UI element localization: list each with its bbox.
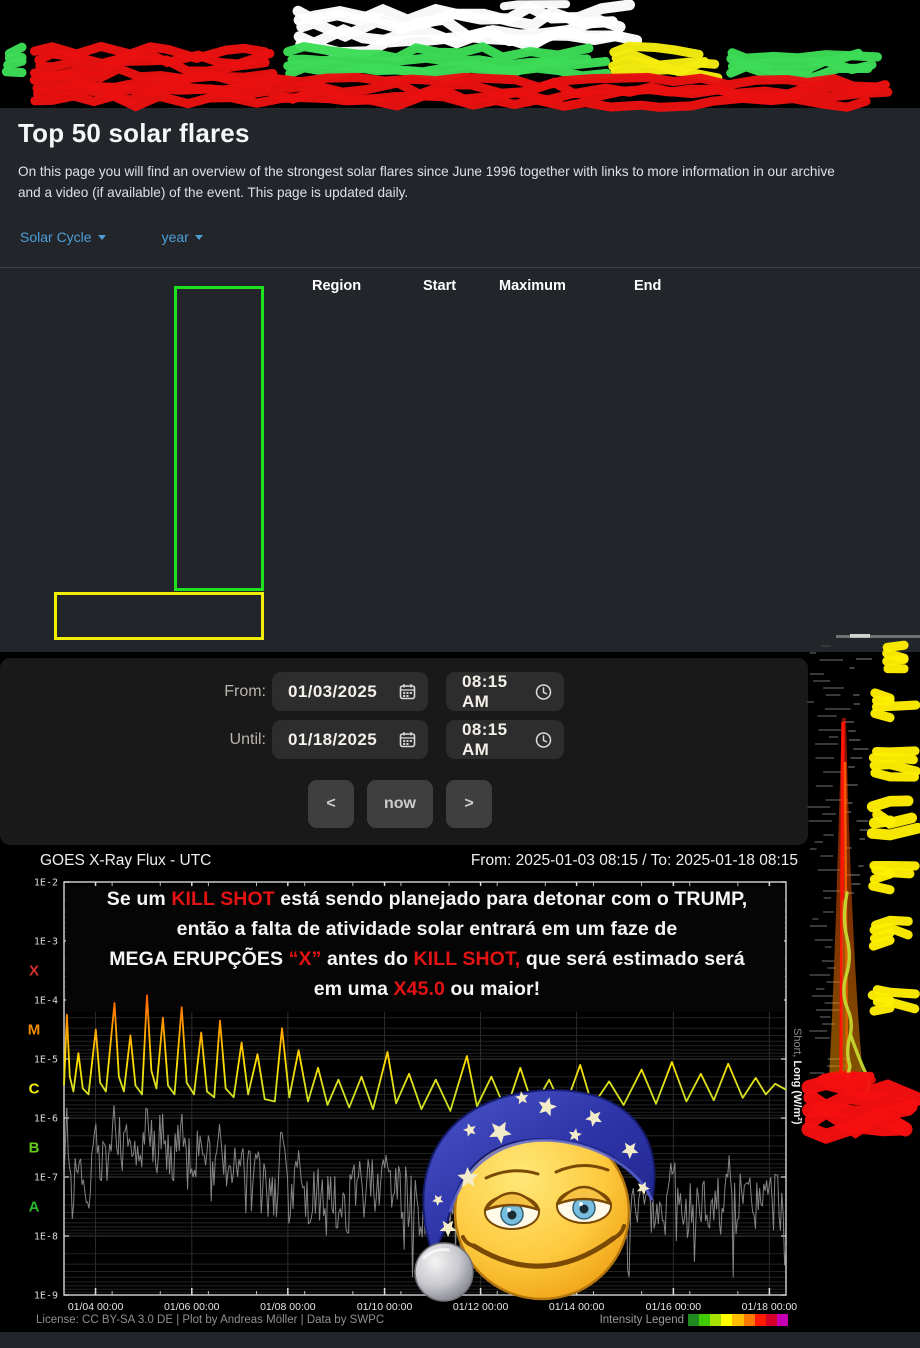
- until-row: Until: 01/18/2025 08:15 AM: [210, 720, 564, 759]
- intensity-legend-label: Intensity Legend: [600, 1314, 684, 1326]
- license-text: License: CC BY-SA 3.0 DE | Plot by Andre…: [36, 1314, 384, 1326]
- picker-nav-buttons: < now >: [308, 780, 492, 828]
- column-header-end: End: [611, 278, 706, 294]
- solar-cycle-dropdown-label: Solar Cycle: [20, 229, 92, 245]
- flare-table-header: Region Start Maximum End: [0, 268, 920, 304]
- page-root: Top 50 solar flares On this page you wil…: [0, 0, 920, 1348]
- from-date-input[interactable]: 01/03/2025: [272, 672, 428, 711]
- until-time-input[interactable]: 08:15 AM: [446, 720, 564, 759]
- description-line-2: and a video (if available) of the event.…: [0, 182, 920, 203]
- annotation-overlay-text: Se um KILL SHOT está sendo planejado par…: [66, 884, 788, 1004]
- solar-cycle-dropdown[interactable]: Solar Cycle: [20, 229, 106, 245]
- green-annotation-box: [174, 286, 264, 591]
- chart-title: GOES X-Ray Flux - UTC: [40, 852, 211, 870]
- from-time-value: 08:15 AM: [462, 672, 535, 712]
- chevron-down-icon: [98, 235, 106, 240]
- flare-table: Region Start Maximum End: [0, 267, 920, 304]
- from-time-input[interactable]: 08:15 AM: [446, 672, 564, 711]
- clock-icon: [535, 731, 552, 749]
- until-date-value: 01/18/2025: [288, 730, 377, 750]
- clock-icon: [535, 683, 552, 701]
- next-button[interactable]: >: [446, 780, 492, 828]
- table-scrollbar[interactable]: [836, 635, 920, 638]
- annotation-line: MEGA ERUPÇÕES “X” antes do KILL SHOT, qu…: [66, 944, 788, 974]
- until-time-value: 08:15 AM: [462, 720, 535, 760]
- solar-flares-section: Top 50 solar flares On this page you wil…: [0, 108, 920, 652]
- intensity-legend-bar: [688, 1314, 788, 1326]
- column-header-region: Region: [286, 278, 401, 294]
- chevron-down-icon: [195, 235, 203, 240]
- chart-time-range: From: 2025-01-03 08:15 / To: 2025-01-18 …: [471, 852, 798, 870]
- annotation-line: em uma X45.0 ou maior!: [66, 974, 788, 1004]
- page-description: On this page you will find an overview o…: [0, 161, 920, 203]
- chart-footer: License: CC BY-SA 3.0 DE | Plot by Andre…: [36, 1314, 788, 1326]
- calendar-icon: [399, 731, 416, 748]
- column-header-start: Start: [401, 278, 486, 294]
- top-redactions: [6, 4, 887, 107]
- from-date-value: 01/03/2025: [288, 682, 377, 702]
- datetime-picker-panel: From: 01/03/2025 08:15 AM Until: 01/18/2…: [0, 658, 808, 845]
- until-label: Until:: [210, 731, 266, 749]
- from-label: From:: [210, 683, 266, 701]
- side-flare-strip: [807, 636, 920, 1136]
- now-button[interactable]: now: [367, 780, 433, 828]
- table-scrollbar-thumb[interactable]: [850, 634, 870, 638]
- annotation-line: Se um KILL SHOT está sendo planejado par…: [66, 884, 788, 914]
- goes-xray-chart-panel: GOES X-Ray Flux - UTC From: 2025-01-03 0…: [10, 848, 800, 1332]
- from-row: From: 01/03/2025 08:15 AM: [210, 672, 564, 711]
- prev-button[interactable]: <: [308, 780, 354, 828]
- intensity-legend: Intensity Legend: [600, 1314, 788, 1326]
- column-header-maximum: Maximum: [486, 278, 611, 294]
- yellow-annotation-box: [54, 592, 264, 640]
- year-dropdown[interactable]: year: [162, 229, 203, 245]
- page-title: Top 50 solar flares: [0, 108, 920, 149]
- annotation-line: então a falta de atividade solar entrará…: [66, 914, 788, 944]
- bottom-strip: [0, 1332, 920, 1348]
- calendar-icon: [399, 683, 416, 700]
- filters-row: Solar Cycle year: [20, 229, 920, 245]
- until-date-input[interactable]: 01/18/2025: [272, 720, 428, 759]
- year-dropdown-label: year: [162, 229, 189, 245]
- description-line-1: On this page you will find an overview o…: [0, 161, 920, 182]
